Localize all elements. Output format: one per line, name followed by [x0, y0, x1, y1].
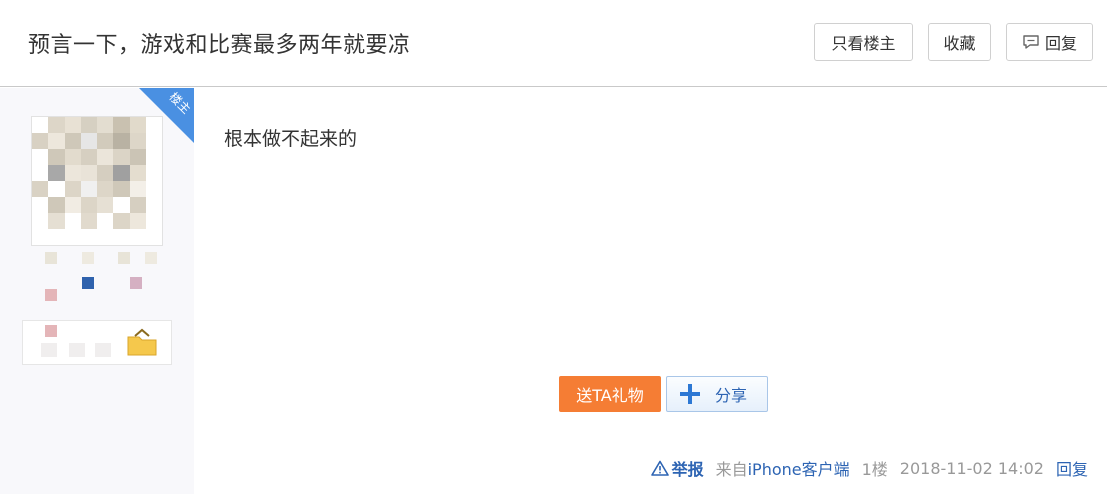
floor-number: 1楼 — [861, 460, 888, 479]
post-content: 根本做不起来的 — [224, 128, 358, 150]
report-link[interactable]: 举报 — [650, 456, 704, 480]
source-prefix: 来自 — [715, 460, 748, 479]
source-client-link[interactable]: iPhone客户端 — [748, 460, 850, 479]
user-level-pixel — [82, 252, 94, 264]
post-reply-link[interactable]: 回复 — [1056, 456, 1088, 480]
badge-pixel — [95, 343, 111, 357]
speech-bubble-icon — [1023, 35, 1039, 49]
reply-button[interactable]: 回复 — [1006, 23, 1093, 61]
share-button-label: 分享 — [715, 386, 748, 405]
badge-pixel — [69, 343, 85, 357]
warning-triangle-icon — [650, 460, 669, 476]
badge-pixel — [41, 343, 57, 357]
plus-icon — [680, 384, 700, 404]
share-button[interactable]: 分享 — [666, 376, 768, 412]
user-level-pixel — [45, 252, 57, 264]
post-meta: 举报 来自iPhone客户端 1楼 2018-11-02 14:02 回复 — [650, 456, 1088, 480]
avatar[interactable] — [31, 116, 163, 246]
folder-icon — [127, 328, 157, 356]
thread-header: 预言一下，游戏和比赛最多两年就要凉 只看楼主 收藏 回复 — [0, 0, 1107, 87]
post-timestamp: 2018-11-02 14:02 — [899, 458, 1044, 478]
report-label: 举报 — [671, 460, 704, 479]
thread-title: 预言一下，游戏和比赛最多两年就要凉 — [28, 33, 411, 58]
only-author-button[interactable]: 只看楼主 — [814, 23, 913, 61]
send-gift-button[interactable]: 送TA礼物 — [559, 376, 661, 412]
user-level-pixel — [130, 277, 142, 289]
user-badges — [22, 320, 172, 365]
post-source: 来自iPhone客户端 — [716, 456, 850, 480]
user-level-pixel — [145, 252, 157, 264]
favorite-button[interactable]: 收藏 — [928, 23, 991, 61]
reply-button-label: 回复 — [1044, 34, 1077, 53]
user-level-pixel — [118, 252, 130, 264]
user-level-pixel — [82, 277, 94, 289]
user-level-pixel — [45, 289, 57, 301]
badge-pixel — [45, 325, 57, 337]
